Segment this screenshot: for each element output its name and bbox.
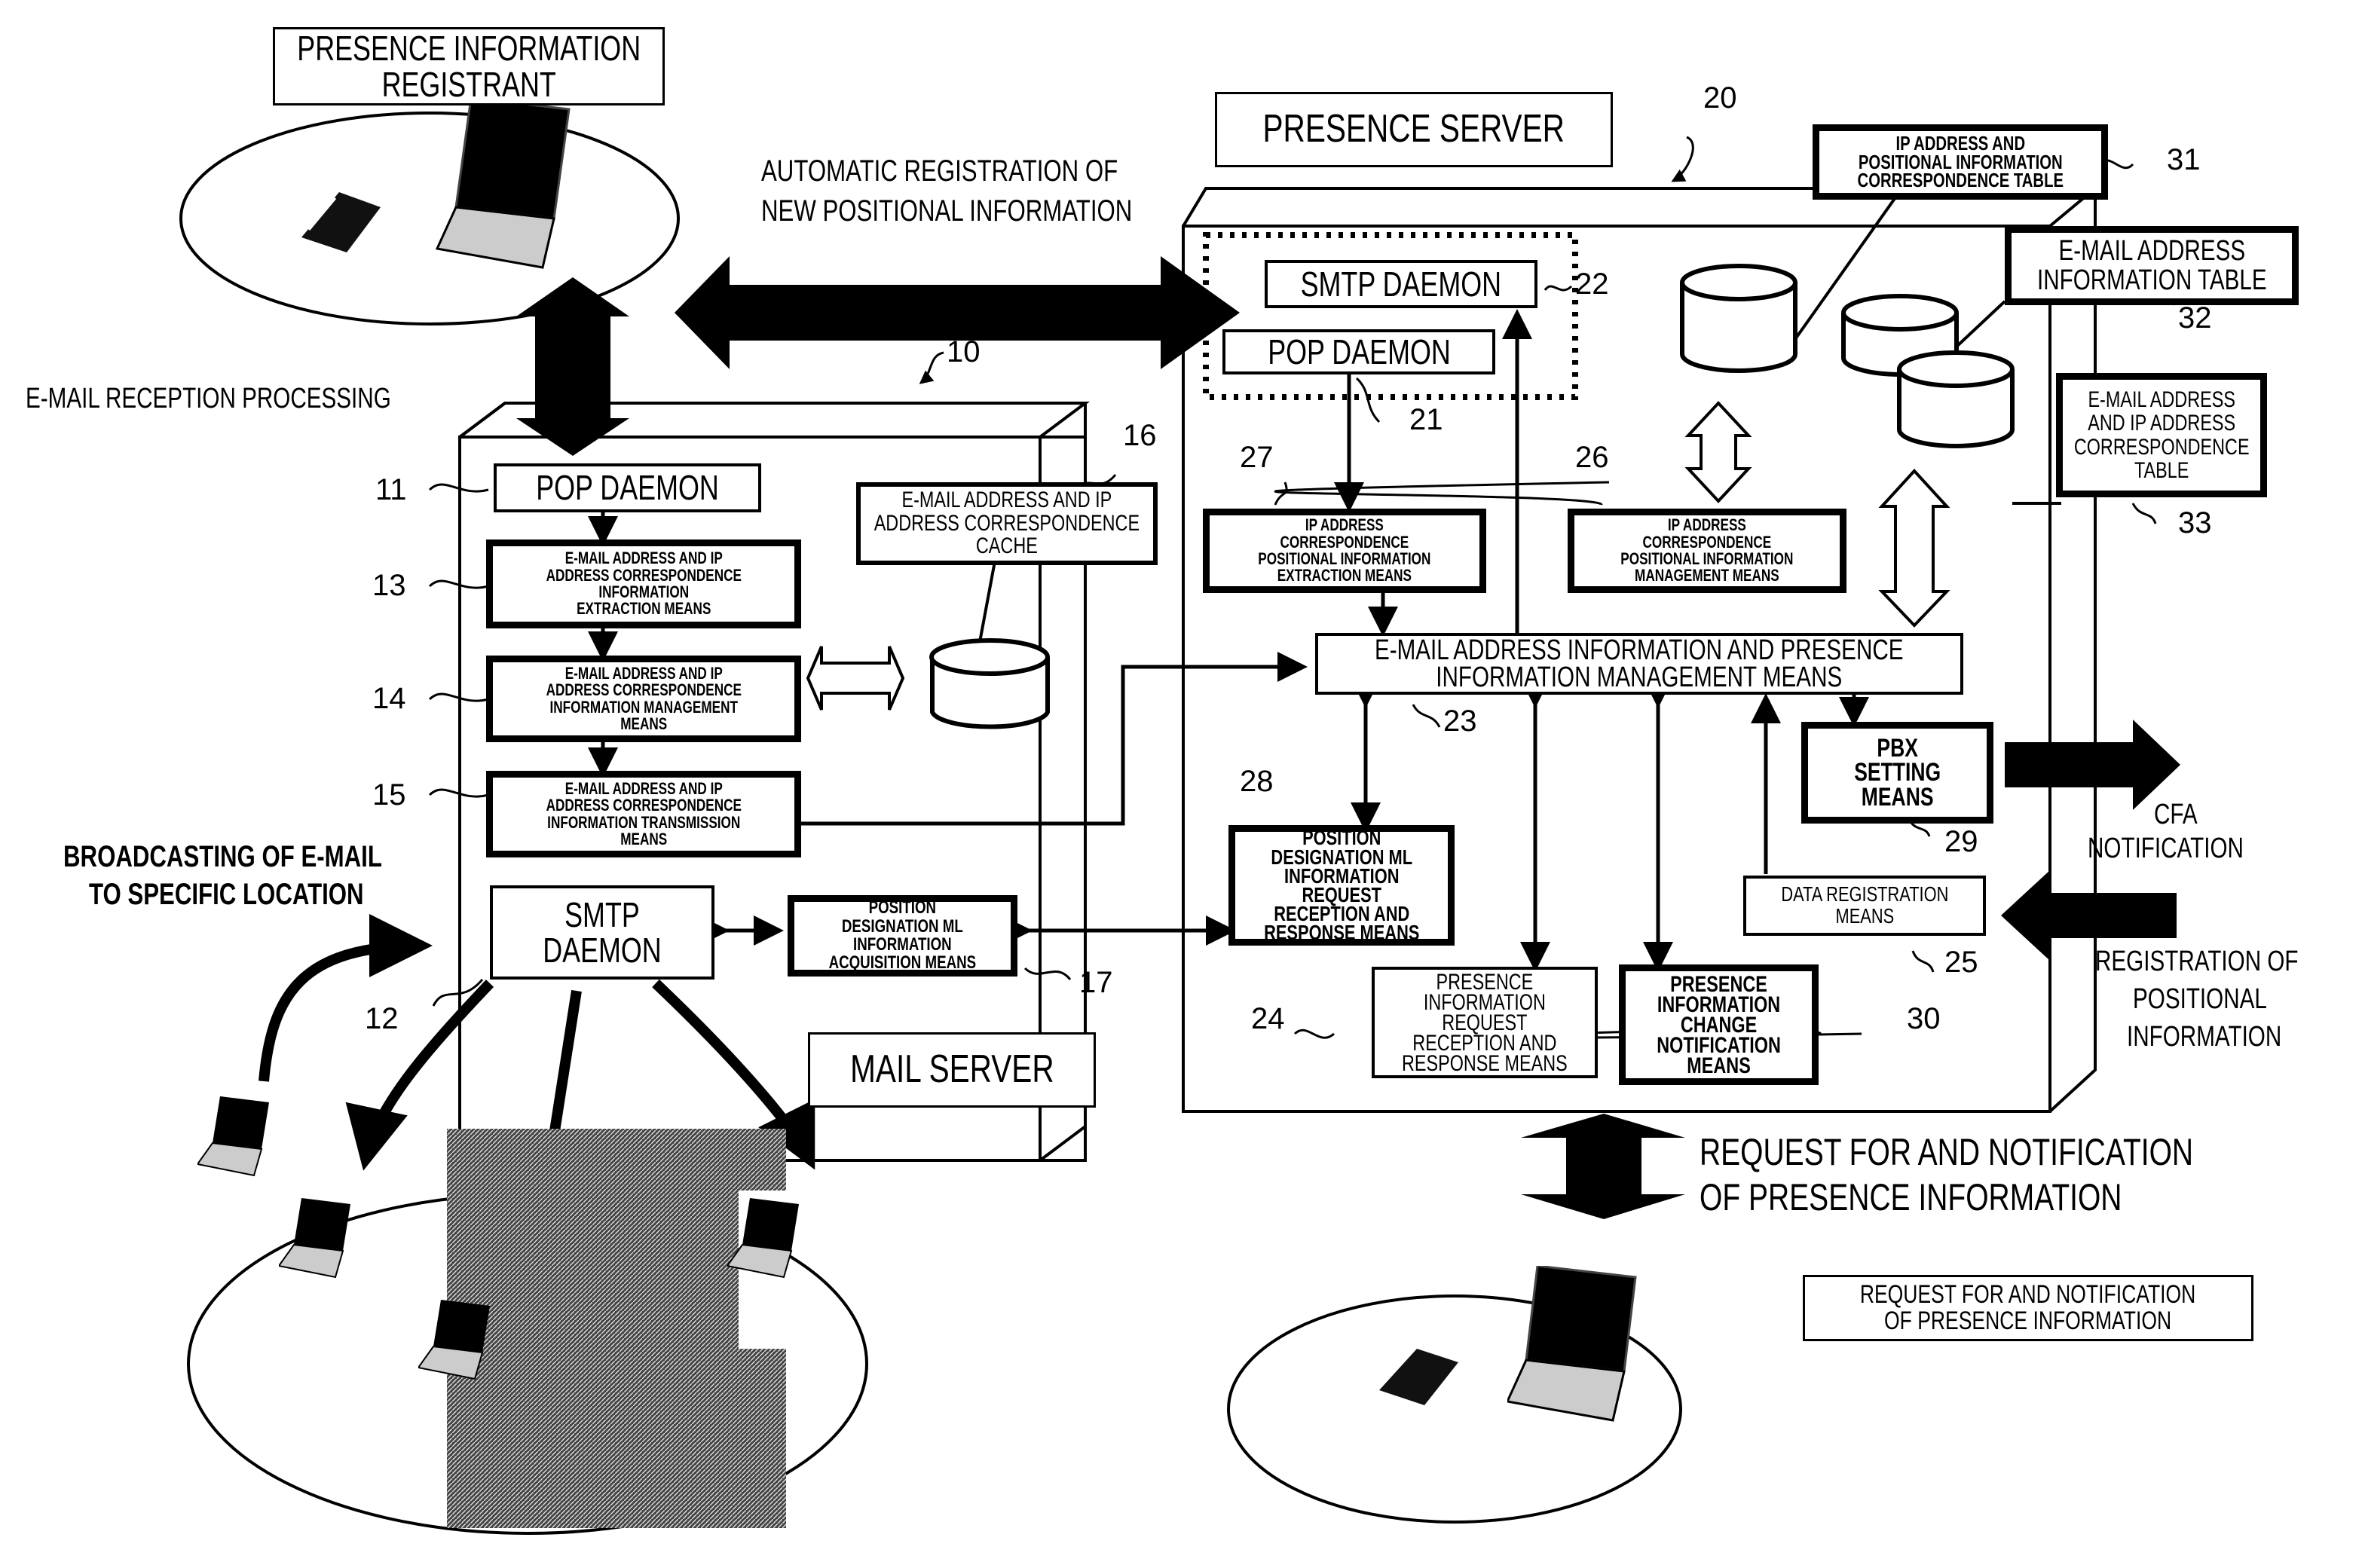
ref-13: 13 (372, 569, 406, 602)
pbx-setting-means: PBX SETTING MEANS (1801, 722, 1993, 824)
presence-smtp-daemon: SMTP DAEMON (1265, 260, 1537, 308)
registration-positional-label-3: INFORMATION (2127, 1021, 2282, 1053)
ref-29: 29 (1944, 825, 1978, 858)
client-phone-icon (1372, 1341, 1462, 1409)
ip-pos-management-means: IP ADDRESS CORRESPONDENCE POSITIONAL INF… (1568, 509, 1846, 593)
presence-request-double-arrow (1521, 1114, 1685, 1219)
registrant-phone-icon (294, 185, 384, 256)
ref-20: 20 (1703, 81, 1737, 115)
email-ip-table-box: E-MAIL ADDRESS AND IP ADDRESS CORRESPOND… (2056, 373, 2267, 497)
ref-16: 16 (1123, 419, 1157, 452)
mail-transmission-means: E-MAIL ADDRESS AND IP ADDRESS CORRESPOND… (486, 771, 801, 857)
ref-22: 22 (1575, 267, 1609, 301)
registration-positional-label-2: POSITIONAL (2133, 983, 2267, 1015)
ref-14: 14 (372, 682, 406, 715)
change-notification-means: PRESENCE INFORMATION CHANGE NOTIFICATION… (1619, 964, 1819, 1085)
office-building-image (447, 1129, 786, 1528)
ref-28: 28 (1240, 765, 1274, 798)
registration-positional-label-1: REGISTRATION OF (2095, 946, 2299, 977)
ip-table-database-icon (1680, 264, 1797, 373)
ref-17: 17 (1079, 966, 1113, 999)
ref-31: 31 (2167, 143, 2201, 176)
auto-registration-label-2: NEW POSITIONAL INFORMATION (761, 194, 1133, 228)
registrant-laptop-icon (430, 96, 580, 271)
ref-11: 11 (375, 473, 407, 506)
cfa-label-1: CFA (2154, 799, 2198, 830)
presence-pop-daemon: POP DAEMON (1222, 329, 1495, 374)
mail-management-means: E-MAIL ADDRESS AND IP ADDRESS CORRESPOND… (486, 656, 801, 742)
broadcasting-label-2: TO SPECIFIC LOCATION (89, 878, 364, 911)
cfa-label-2: NOTIFICATION (2088, 833, 2244, 864)
email-reception-label: E-MAIL RECEPTION PROCESSING (26, 383, 391, 414)
location-laptop-icon-1 (277, 1198, 350, 1281)
request-notification-label-1: REQUEST FOR AND NOTIFICATION (1700, 1131, 2194, 1173)
ref-21: 21 (1409, 403, 1443, 436)
mail-pop-daemon: POP DAEMON (494, 463, 761, 512)
ref-33: 33 (2178, 506, 2212, 539)
ref-24: 24 (1251, 1002, 1285, 1035)
email-reception-double-arrow (516, 277, 629, 456)
ref-10: 10 (947, 335, 981, 368)
data-registration-means: DATA REGISTRATION MEANS (1743, 876, 1986, 936)
ref-12: 12 (365, 1002, 399, 1035)
mail-smtp-daemon: SMTP DAEMON (490, 885, 714, 980)
diagram-canvas: PRESENCE INFORMATION REGISTRANT AUTOMATI… (0, 0, 2365, 1568)
presence-request-means: PRESENCE INFORMATION REQUEST RECEPTION A… (1372, 967, 1598, 1078)
client-laptop-icon (1505, 1264, 1643, 1424)
mail-extraction-means: E-MAIL ADDRESS AND IP ADDRESS CORRESPOND… (486, 539, 801, 628)
incoming-email-arrow (259, 914, 433, 1082)
registrant-label-box: PRESENCE INFORMATION REGISTRANT (273, 27, 665, 105)
ref-26: 26 (1575, 441, 1609, 474)
ref-27: 27 (1240, 441, 1274, 474)
cache-database-icon (929, 638, 1050, 729)
main-management-means: E-MAIL ADDRESS INFORMATION AND PRESENCE … (1315, 633, 1963, 695)
ref-25: 25 (1944, 946, 1978, 979)
location-laptop-icon-2 (726, 1198, 799, 1281)
ref-23: 23 (1443, 705, 1477, 738)
presence-server-label-box: PRESENCE SERVER (1215, 92, 1613, 167)
mail-cache-box: E-MAIL ADDRESS AND IP ADDRESS CORRESPOND… (856, 482, 1158, 565)
mail-server-label-box: MAIL SERVER (808, 1032, 1096, 1108)
ref-32: 32 (2178, 301, 2212, 335)
request-notification-box: REQUEST FOR AND NOTIFICATION OF PRESENCE… (1803, 1275, 2253, 1341)
email-ip-table-database-icon (1897, 350, 2015, 448)
email-table-box: E-MAIL ADDRESS INFORMATION TABLE (2005, 226, 2299, 305)
ref-30: 30 (1907, 1002, 1941, 1035)
request-notification-label-2: OF PRESENCE INFORMATION (1700, 1176, 2122, 1218)
auto-registration-label-1: AUTOMATIC REGISTRATION OF (761, 154, 1118, 188)
ml-request-means: POSITION DESIGNATION ML INFORMATION REQU… (1228, 825, 1455, 946)
registrant-label: PRESENCE INFORMATION REGISTRANT (297, 28, 641, 104)
remote-laptop-icon (196, 1096, 269, 1179)
ref-15: 15 (372, 778, 406, 812)
broadcasting-label-1: BROADCASTING OF E-MAIL (63, 840, 382, 873)
ip-pos-extraction-means: IP ADDRESS CORRESPONDENCE POSITIONAL INF… (1203, 509, 1486, 593)
location-laptop-icon-3 (417, 1300, 490, 1383)
mail-ml-acquisition-means: POSITION DESIGNATION ML INFORMATION ACQU… (788, 895, 1017, 977)
ip-pos-table-box: IP ADDRESS AND POSITIONAL INFORMATION CO… (1813, 124, 2108, 200)
